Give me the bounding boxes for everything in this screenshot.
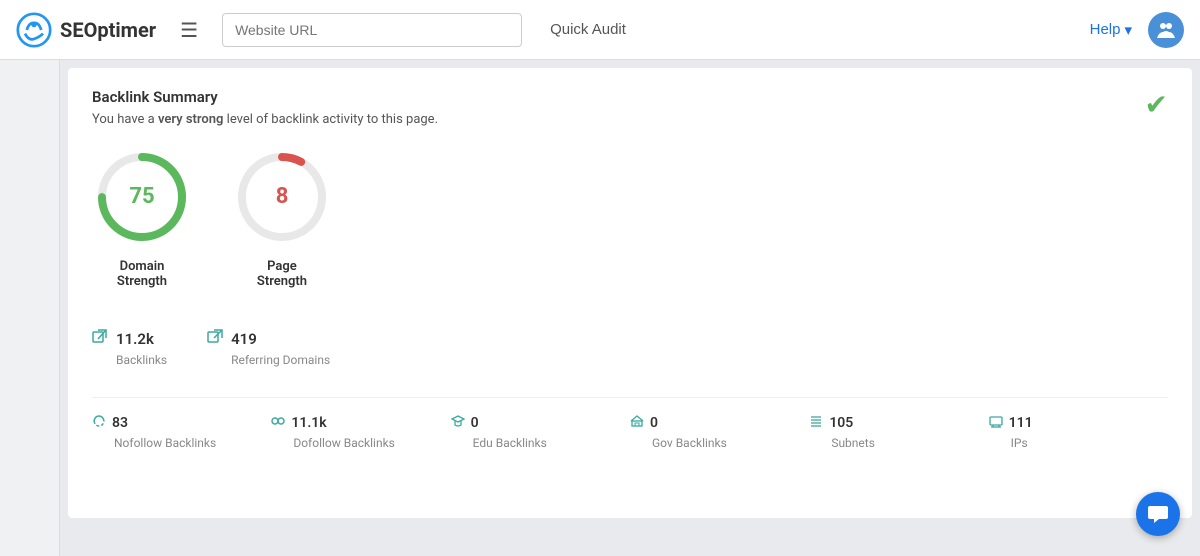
dofollow-label: Dofollow Backlinks <box>293 436 395 450</box>
dofollow-stat: 11.1k Dofollow Backlinks <box>271 414 450 450</box>
page-strength-circle: 8 PageStrength <box>232 147 332 289</box>
quick-audit-button[interactable]: Quick Audit <box>538 13 638 46</box>
url-input[interactable] <box>222 13 522 47</box>
subnets-stat: 105 Subnets <box>809 414 988 450</box>
edu-icon <box>451 414 465 432</box>
section-title: Backlink Summary <box>92 88 1168 106</box>
dofollow-icon <box>271 414 285 432</box>
page-strength-value: 8 <box>276 184 289 209</box>
logo-icon <box>16 12 52 48</box>
header: SEOptimer ☰ Quick Audit Help ▾ <box>0 0 1200 60</box>
gov-value: 0 <box>650 415 658 431</box>
domain-strength-svg: 75 <box>92 147 192 247</box>
logo: SEOptimer <box>16 12 156 48</box>
domain-strength-circle: 75 DomainStrength <box>92 147 192 289</box>
gov-icon <box>630 414 644 432</box>
subnets-value: 105 <box>829 415 853 431</box>
nofollow-stat: 83 Nofollow Backlinks <box>92 414 271 450</box>
referring-domains-value: 419 <box>231 330 257 348</box>
page-strength-label: PageStrength <box>257 259 307 289</box>
header-right: Help ▾ <box>1090 12 1184 48</box>
referring-domains-stat: 419 Referring Domains <box>207 329 330 367</box>
nofollow-value: 83 <box>112 415 128 431</box>
pass-checkmark: ✔ <box>1145 88 1168 121</box>
subnets-label: Subnets <box>831 436 875 450</box>
nofollow-label: Nofollow Backlinks <box>114 436 216 450</box>
gov-label: Gov Backlinks <box>652 436 727 450</box>
ips-value: 111 <box>1009 415 1033 431</box>
ips-icon <box>989 414 1003 432</box>
content-card: ✔ Backlink Summary You have a very stron… <box>68 68 1192 518</box>
referring-domains-label: Referring Domains <box>231 353 330 367</box>
subnets-icon <box>809 414 823 432</box>
edu-stat: 0 Edu Backlinks <box>451 414 630 450</box>
referring-domains-icon <box>207 329 223 349</box>
edu-value: 0 <box>471 415 479 431</box>
logo-text: SEOptimer <box>60 18 156 42</box>
chat-button[interactable] <box>1136 492 1180 536</box>
page-strength-svg: 8 <box>232 147 332 247</box>
sidebar <box>0 60 60 556</box>
domain-strength-label: DomainStrength <box>117 259 167 289</box>
nofollow-icon <box>92 414 106 432</box>
backlinks-label: Backlinks <box>116 353 167 367</box>
help-button[interactable]: Help ▾ <box>1090 21 1132 39</box>
backlinks-value: 11.2k <box>116 330 154 348</box>
hamburger-menu[interactable]: ☰ <box>172 14 206 46</box>
edu-label: Edu Backlinks <box>473 436 547 450</box>
dofollow-value: 11.1k <box>291 415 326 431</box>
gov-stat: 0 Gov Backlinks <box>630 414 809 450</box>
bottom-stats-row: 83 Nofollow Backlinks 11.1k <box>92 397 1168 450</box>
content-wrapper: ✔ Backlink Summary You have a very stron… <box>60 60 1200 556</box>
ips-label: IPs <box>1011 436 1028 450</box>
mid-stats-row: 11.2k Backlinks 419 <box>92 319 1168 367</box>
section-description: You have a very strong level of backlink… <box>92 112 1168 127</box>
backlinks-icon <box>92 329 108 349</box>
ips-stat: 111 IPs <box>989 414 1168 450</box>
domain-strength-value: 75 <box>129 184 154 209</box>
avatar[interactable] <box>1148 12 1184 48</box>
main-area: ✔ Backlink Summary You have a very stron… <box>0 60 1200 556</box>
circles-row: 75 DomainStrength 8 PageStrength <box>92 147 1168 289</box>
backlinks-stat: 11.2k Backlinks <box>92 329 167 367</box>
